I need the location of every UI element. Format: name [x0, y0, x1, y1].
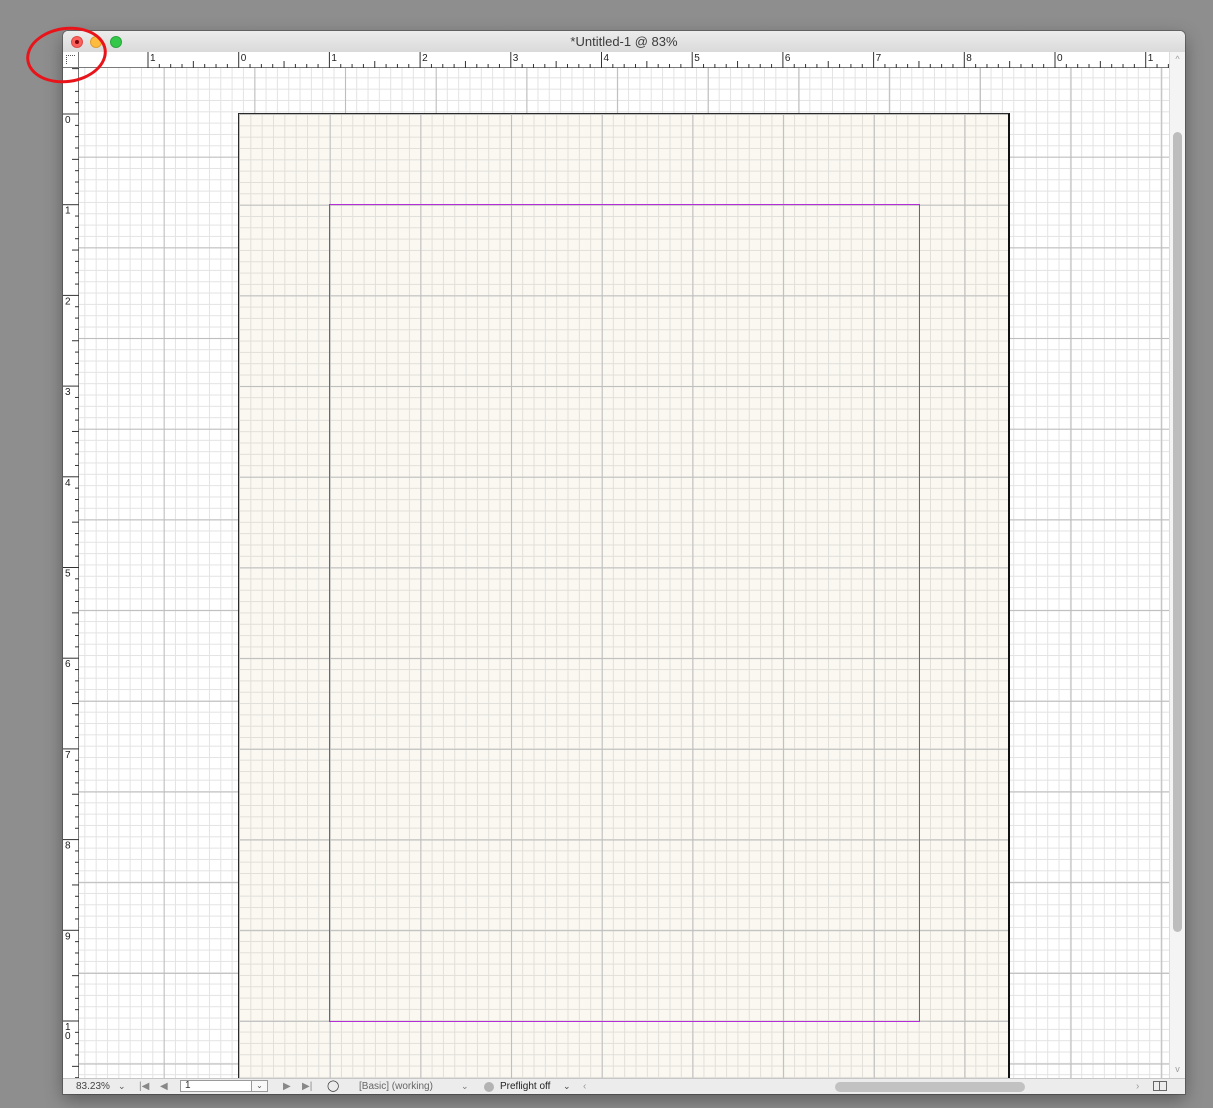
margin-guide: [329, 204, 920, 1022]
vertical-ruler-label: 7: [65, 750, 71, 761]
chevron-right-icon[interactable]: ›: [1136, 1080, 1139, 1093]
horizontal-ruler-label: 2: [422, 53, 428, 64]
window-title: *Untitled-1 @ 83%: [570, 34, 678, 49]
scroll-down-icon[interactable]: v: [1173, 1064, 1182, 1074]
horizontal-ruler-label: 0: [241, 53, 247, 64]
vertical-ruler-label: 0: [65, 115, 71, 126]
horizontal-ruler[interactable]: 1 0 1 2 3 4 5 6 7 8 0 1: [79, 52, 1169, 68]
page-number-field[interactable]: 1: [180, 1080, 252, 1092]
horizontal-ruler-label: 3: [513, 53, 519, 64]
title-bar[interactable]: *Untitled-1 @ 83%: [63, 31, 1185, 53]
vertical-ruler[interactable]: 012345678910: [63, 68, 79, 1078]
horizontal-ruler-label: 7: [876, 53, 882, 64]
vertical-ruler-ticks: 012345678910: [63, 68, 79, 1078]
page-dropdown-icon[interactable]: ⌄: [251, 1080, 268, 1092]
vertical-ruler-label: 0: [65, 1031, 71, 1042]
next-page-icon[interactable]: ▶: [283, 1080, 291, 1093]
horizontal-ruler-label: 1: [1148, 53, 1154, 64]
vertical-ruler-label: 9: [65, 931, 71, 942]
vertical-scroll-thumb[interactable]: [1173, 132, 1182, 932]
vertical-ruler-label: 6: [65, 659, 71, 670]
preflight-status-icon: [484, 1082, 494, 1092]
first-page-icon[interactable]: |◀: [139, 1080, 149, 1093]
horizontal-ruler-label: 8: [966, 53, 972, 64]
split-window-icon[interactable]: [1153, 1081, 1167, 1091]
pasteboard[interactable]: [79, 68, 1169, 1078]
vertical-ruler-label: 4: [65, 478, 71, 489]
document-window: *Untitled-1 @ 83% 1 0 1 2 3 4 5 6 7 8 0 1 0 1 2 3 4 5 6 7 8…: [63, 31, 1185, 1094]
last-page-icon[interactable]: ▶|: [302, 1080, 312, 1093]
vertical-ruler-label: 1: [65, 206, 71, 217]
horizontal-scroll-thumb[interactable]: [835, 1082, 1025, 1092]
preflight-dropdown-icon[interactable]: ⌄: [563, 1080, 571, 1093]
vertical-ruler-label: 5: [65, 569, 71, 580]
chevron-left-icon[interactable]: ‹: [583, 1080, 586, 1093]
horizontal-ruler-label: 5: [694, 53, 700, 64]
horizontal-ruler-ticks: 1 0 1 2 3 4 5 6 7 8 0 1: [147, 52, 1169, 68]
preflight-profile[interactable]: [Basic] (working): [359, 1080, 433, 1093]
horizontal-ruler-label: 1: [331, 53, 337, 64]
scroll-up-icon[interactable]: ^: [1173, 54, 1182, 64]
preflight-label[interactable]: Preflight off: [500, 1080, 550, 1093]
horizontal-ruler-label: 0: [1057, 53, 1063, 64]
zoom-level[interactable]: 83.23%: [76, 1080, 110, 1093]
horizontal-ruler-label: 6: [785, 53, 791, 64]
document-page[interactable]: [238, 113, 1010, 1078]
profile-dropdown-icon[interactable]: ⌄: [461, 1080, 469, 1093]
vertical-scrollbar[interactable]: ^ v: [1169, 52, 1185, 1078]
horizontal-ruler-label: 4: [604, 53, 610, 64]
vertical-ruler-label: 8: [65, 841, 71, 852]
zoom-dropdown-icon[interactable]: ⌄: [118, 1080, 126, 1093]
vertical-ruler-label: 2: [65, 296, 71, 307]
prev-page-icon[interactable]: ◀: [160, 1080, 168, 1093]
status-bar: 83.23% ⌄ |◀ ◀ 1 ⌄ ▶ ▶| ◯ [Basic] (workin…: [63, 1078, 1185, 1094]
vertical-ruler-label: 3: [65, 387, 71, 398]
horizontal-ruler-label: 1: [150, 53, 156, 64]
open-page-icon[interactable]: ◯: [327, 1080, 339, 1093]
